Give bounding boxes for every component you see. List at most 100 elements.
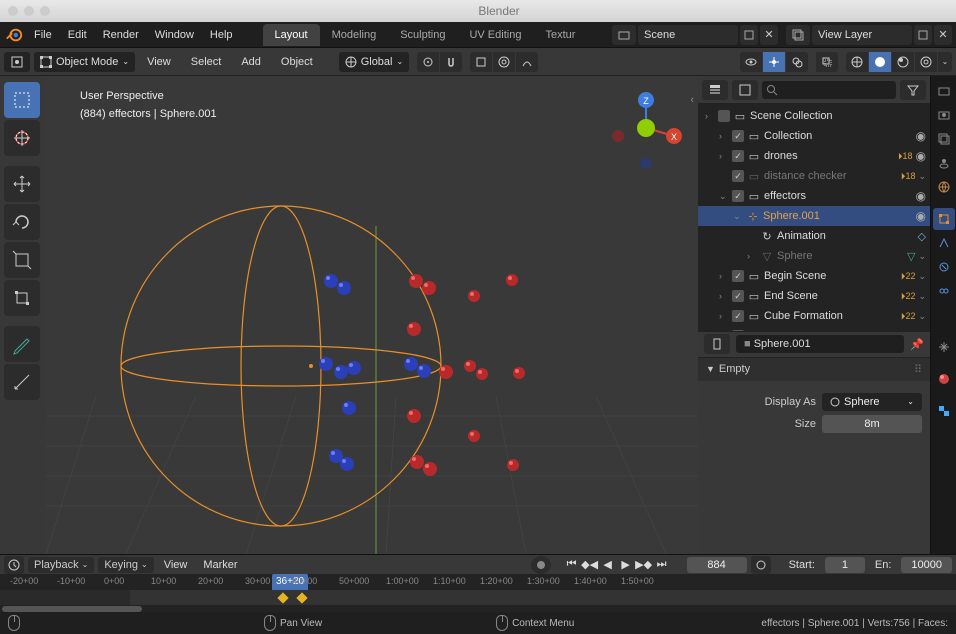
keyframe[interactable] <box>296 592 307 603</box>
shading-material[interactable] <box>892 52 914 72</box>
tool-measure[interactable] <box>4 364 40 400</box>
checkbox[interactable]: ✓ <box>732 190 744 202</box>
tool-annotate[interactable] <box>4 326 40 362</box>
checkbox[interactable]: ✓ <box>732 290 744 302</box>
blender-logo[interactable] <box>4 25 24 45</box>
close-window[interactable] <box>8 6 18 16</box>
prop-tab-output[interactable] <box>933 104 955 126</box>
viewlayer-new-icon[interactable] <box>914 25 932 45</box>
proportional-falloff[interactable] <box>516 52 538 72</box>
scene-delete-icon[interactable]: ✕ <box>760 25 778 45</box>
keyframe[interactable] <box>277 592 288 603</box>
outliner-row[interactable]: ›✓▭Cube Formation⏵22⌄ <box>698 306 930 326</box>
prop-tab-material[interactable] <box>933 368 955 390</box>
view-menu[interactable]: View <box>139 52 179 72</box>
pin-icon[interactable]: 📌 <box>910 338 924 351</box>
anim-data-icon[interactable]: ◇ <box>918 230 926 243</box>
shading-solid[interactable] <box>869 52 891 72</box>
menu-file[interactable]: File <box>26 25 60 45</box>
timeline-ruler[interactable]: 36+20 -20+00-10+000+0010+0020+0030+0040+… <box>0 574 956 590</box>
viewlayer-name-input[interactable] <box>812 25 912 45</box>
outliner-row[interactable]: ⌄✓▭effectors◉ <box>698 186 930 206</box>
snap-to-button[interactable] <box>470 52 492 72</box>
checkbox[interactable] <box>718 110 730 122</box>
outliner-row[interactable]: ↻Animation◇ <box>698 226 930 246</box>
prop-tab-world[interactable] <box>933 176 955 198</box>
prop-tab-object[interactable] <box>933 208 955 230</box>
visibility-icon[interactable]: ◉ <box>916 209 926 223</box>
outliner-editor-type[interactable] <box>702 80 728 100</box>
minimize-window[interactable] <box>24 6 34 16</box>
scene-new-icon[interactable] <box>740 25 758 45</box>
timeline-track[interactable] <box>0 590 956 606</box>
expand-icon[interactable]: ⌄ <box>719 191 729 202</box>
play-button[interactable]: ▶ <box>617 556 635 574</box>
current-frame-input[interactable]: 884 <box>687 557 747 573</box>
autokey-button[interactable] <box>531 556 551 574</box>
menu-help[interactable]: Help <box>202 25 241 45</box>
tool-cursor[interactable] <box>4 120 40 156</box>
start-frame-input[interactable]: 1 <box>825 557 865 573</box>
jump-prev-keyframe[interactable]: ◆◀ <box>581 556 599 574</box>
tool-rotate[interactable] <box>4 204 40 240</box>
outliner-row[interactable]: ⌄⊹Sphere.001◉ <box>698 206 930 226</box>
panel-empty-header[interactable]: ▼ Empty ⠿ <box>698 358 930 381</box>
gizmo-toggle[interactable] <box>763 52 785 72</box>
prop-tab-data[interactable] <box>933 336 955 358</box>
end-frame-input[interactable]: 10000 <box>901 557 952 573</box>
mode-select[interactable]: Object Mode ⌄ <box>34 52 135 72</box>
keying-menu[interactable]: Keying⌄ <box>98 557 153 573</box>
visibility-button[interactable] <box>740 52 762 72</box>
expand-icon[interactable]: › <box>719 271 729 281</box>
viewlayer-browse-icon[interactable] <box>786 25 810 45</box>
tab-modeling[interactable]: Modeling <box>320 24 389 46</box>
outliner-row[interactable]: ›✓▭Begin Scene⏵22⌄ <box>698 266 930 286</box>
proportional-edit[interactable] <box>493 52 515 72</box>
expand-icon[interactable]: › <box>719 151 729 161</box>
navigation-gizmo[interactable]: X Z <box>606 88 686 168</box>
tool-move[interactable] <box>4 166 40 202</box>
add-menu[interactable]: Add <box>233 52 269 72</box>
mesh-data-icon[interactable]: ▽ <box>907 250 915 263</box>
restrict-chevron[interactable]: ⌄ <box>918 251 926 262</box>
shading-dropdown[interactable]: ⌄ <box>938 52 952 72</box>
playback-menu[interactable]: Playback⌄ <box>28 557 94 573</box>
prop-tab-render[interactable] <box>933 80 955 102</box>
shading-rendered[interactable] <box>915 52 937 72</box>
frame-dropdown[interactable] <box>751 556 771 574</box>
tool-scale[interactable] <box>4 242 40 278</box>
prop-tab-scene[interactable] <box>933 152 955 174</box>
snap-button[interactable] <box>440 52 462 72</box>
visibility-icon[interactable]: ◉ <box>916 189 926 203</box>
checkbox[interactable]: ✓ <box>732 170 744 182</box>
checkbox[interactable]: ✓ <box>732 310 744 322</box>
editor-type-button[interactable] <box>4 52 30 72</box>
xray-toggle[interactable] <box>816 52 838 72</box>
timeline-editor-type[interactable] <box>4 556 24 574</box>
expand-icon[interactable]: › <box>719 131 729 141</box>
tool-transform[interactable] <box>4 280 40 316</box>
jump-start-button[interactable]: ⏮ <box>563 556 581 574</box>
scene-browse-icon[interactable] <box>612 25 636 45</box>
visibility-icon[interactable]: ◉ <box>916 149 926 163</box>
outliner-row[interactable]: ›✓▭End Scene⏵22⌄ <box>698 286 930 306</box>
prop-tab-modifiers[interactable] <box>933 232 955 254</box>
prop-tab-physics[interactable] <box>933 256 955 278</box>
menu-edit[interactable]: Edit <box>60 25 95 45</box>
checkbox[interactable]: ✓ <box>732 130 744 142</box>
shading-wireframe[interactable] <box>846 52 868 72</box>
prop-tab-viewlayer[interactable] <box>933 128 955 150</box>
timeline-marker-menu[interactable]: Marker <box>197 557 243 573</box>
checkbox[interactable]: ✓ <box>732 270 744 282</box>
restrict-chevron[interactable]: ⌄ <box>918 311 926 322</box>
outliner-row[interactable]: ›✓▭drones⏵18◉ <box>698 146 930 166</box>
jump-next-keyframe[interactable]: ▶◆ <box>635 556 653 574</box>
restrict-chevron[interactable]: ⌄ <box>918 271 926 282</box>
restrict-chevron[interactable]: ⌄ <box>918 171 926 182</box>
jump-end-button[interactable]: ⏭ <box>653 556 671 574</box>
sidebar-collapse-icon[interactable]: ‹ <box>690 94 694 106</box>
visibility-icon[interactable]: ◉ <box>916 129 926 143</box>
tab-uv-editing[interactable]: UV Editing <box>457 24 533 46</box>
menu-render[interactable]: Render <box>95 25 147 45</box>
viewlayer-delete-icon[interactable]: ✕ <box>934 25 952 45</box>
